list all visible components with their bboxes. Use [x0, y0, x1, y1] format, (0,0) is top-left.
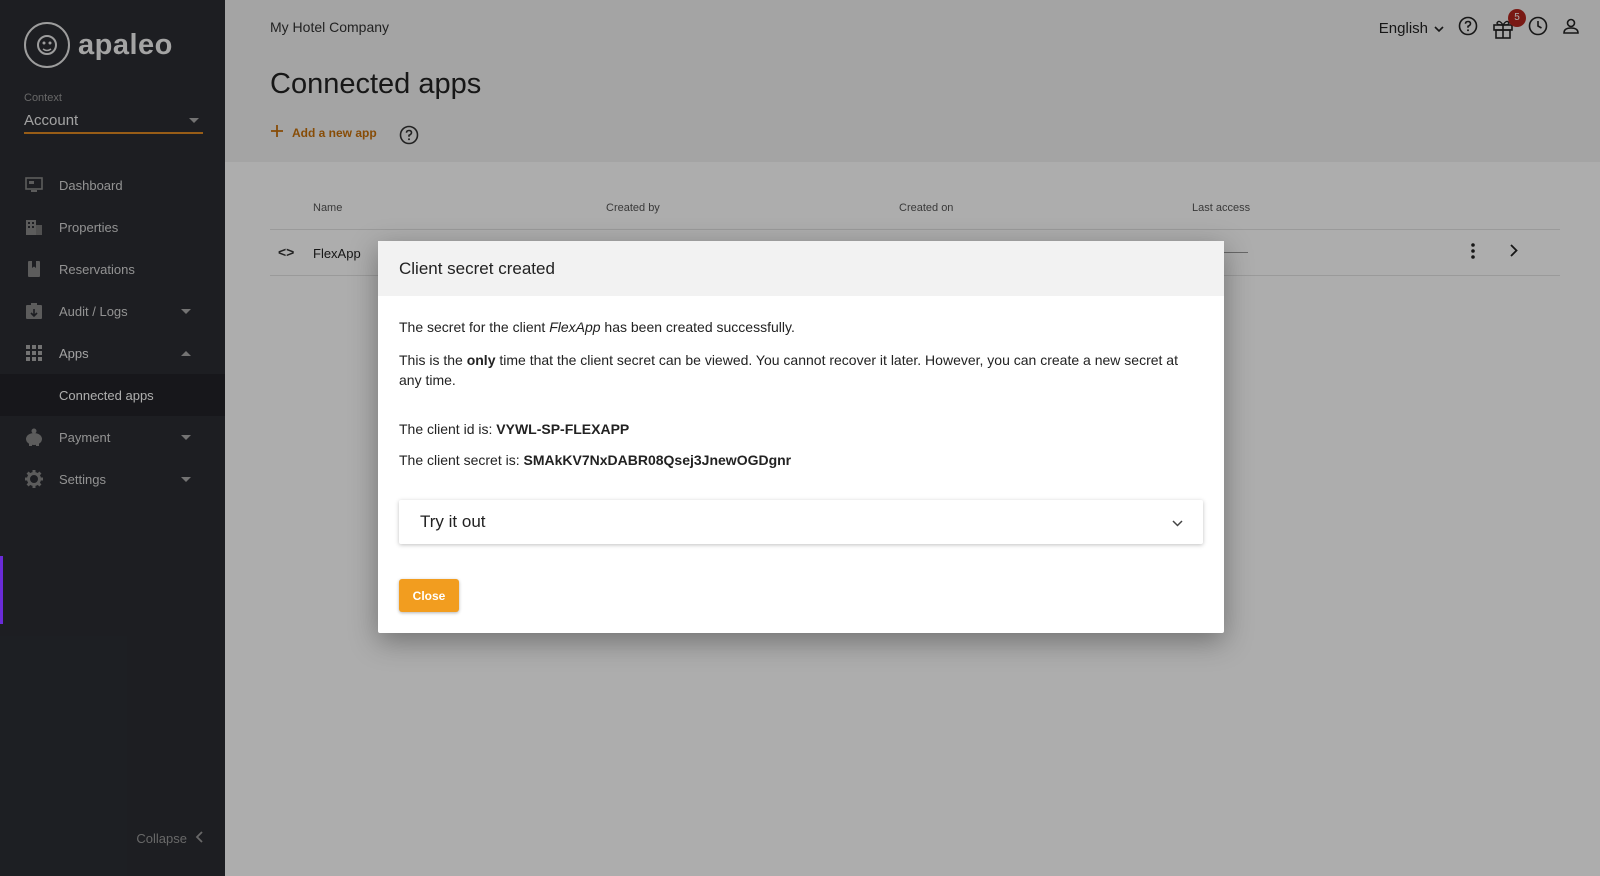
client-secret-label: The client secret is: [399, 452, 524, 468]
try-it-out-expander[interactable]: Try it out [399, 500, 1203, 544]
warning-message: This is the only time that the client se… [399, 350, 1199, 390]
client-name: FlexApp [549, 319, 601, 335]
client-id-line: The client id is: VYWL-SP-FLEXAPP [399, 421, 629, 437]
client-id-value[interactable]: VYWL-SP-FLEXAPP [496, 421, 629, 437]
message-text: The secret for the client [399, 319, 550, 335]
client-secret-line: The client secret is: SMAkKV7NxDABR08Qse… [399, 452, 791, 468]
message-text: time that the client secret can be viewe… [399, 352, 1178, 388]
close-button[interactable]: Close [399, 579, 459, 612]
client-secret-value[interactable]: SMAkKV7NxDABR08Qsej3JnewOGDgnr [524, 452, 792, 468]
message-text: has been created successfully. [600, 319, 795, 335]
client-id-label: The client id is: [399, 421, 497, 437]
emphasis-text: only [466, 352, 496, 368]
expander-label: Try it out [420, 512, 486, 531]
chevron-down-icon [1172, 514, 1183, 530]
edge-marker [0, 556, 3, 624]
success-message: The secret for the client FlexApp has be… [399, 319, 795, 335]
dialog-title: Client secret created [378, 241, 1224, 296]
message-text: This is the [399, 352, 467, 368]
client-secret-dialog: Client secret created The secret for the… [378, 241, 1224, 633]
